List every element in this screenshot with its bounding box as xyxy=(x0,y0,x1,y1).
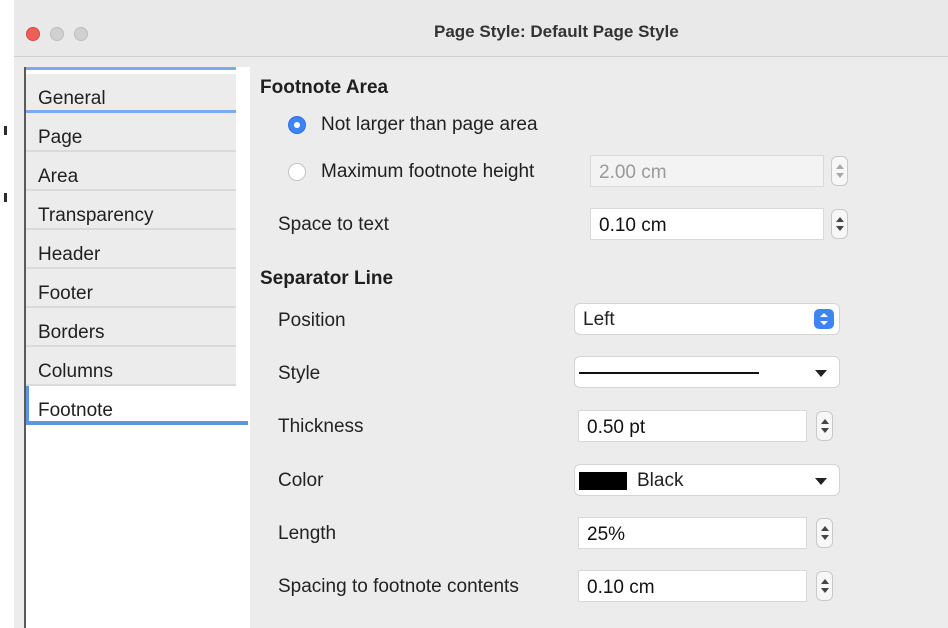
tab-footer-label: Footer xyxy=(38,283,93,304)
tab-header-label: Header xyxy=(38,244,101,265)
color-swatch xyxy=(579,472,627,490)
length-stepper[interactable] xyxy=(816,518,833,548)
spacing-stepper[interactable] xyxy=(816,571,833,601)
window-titlebar: Page Style: Default Page Style xyxy=(14,0,948,57)
tab-area-label: Area xyxy=(38,166,79,187)
tab-list: General Page Area Transparency Header Fo… xyxy=(26,74,248,425)
tab-footer[interactable]: Footer xyxy=(26,269,236,308)
position-value: Left xyxy=(583,309,615,330)
spacing-field[interactable]: 0.10 cm xyxy=(578,570,807,602)
tab-page[interactable]: Page xyxy=(26,113,236,152)
document-edge-mark xyxy=(4,126,7,135)
separator-line-heading: Separator Line xyxy=(260,268,394,289)
footnote-area-heading: Footnote Area xyxy=(260,77,389,98)
style-label: Style xyxy=(278,363,321,384)
sidebar-top-line xyxy=(26,67,236,70)
spacing-label: Spacing to footnote contents xyxy=(278,576,519,597)
document-edge-strip xyxy=(0,0,14,628)
max-height-label: Maximum footnote height xyxy=(321,161,535,182)
style-select[interactable] xyxy=(574,356,840,388)
dropdown-arrow-icon xyxy=(815,478,827,485)
document-edge-mark xyxy=(4,193,7,202)
position-select[interactable]: Left xyxy=(574,303,840,335)
length-label: Length xyxy=(278,523,337,544)
tab-footnote[interactable]: Footnote xyxy=(26,386,248,425)
tab-footnote-label: Footnote xyxy=(38,400,113,421)
tab-columns-label: Columns xyxy=(38,361,113,382)
length-field[interactable]: 25% xyxy=(578,517,807,549)
color-value: Black xyxy=(637,470,684,491)
dialog-content: General Page Area Transparency Header Fo… xyxy=(14,57,948,628)
not-larger-radio[interactable] xyxy=(288,116,306,134)
thickness-stepper[interactable] xyxy=(816,411,833,441)
tab-general-label: General xyxy=(38,88,106,109)
tab-general[interactable]: General xyxy=(26,74,236,113)
category-sidebar: General Page Area Transparency Header Fo… xyxy=(24,67,250,628)
tab-page-label: Page xyxy=(38,127,83,148)
tab-borders[interactable]: Borders xyxy=(26,308,236,347)
max-height-radio[interactable] xyxy=(288,163,306,181)
tab-borders-label: Borders xyxy=(38,322,105,343)
tab-transparency[interactable]: Transparency xyxy=(26,191,236,230)
max-height-stepper[interactable] xyxy=(831,156,848,186)
select-arrows-icon xyxy=(814,309,834,329)
not-larger-label: Not larger than page area xyxy=(321,114,538,135)
space-to-text-field[interactable]: 0.10 cm xyxy=(590,208,824,240)
color-label: Color xyxy=(278,470,324,491)
max-height-field[interactable]: 2.00 cm xyxy=(590,155,824,187)
tab-columns[interactable]: Columns xyxy=(26,347,236,386)
space-to-text-label: Space to text xyxy=(278,214,389,235)
thickness-label: Thickness xyxy=(278,416,364,437)
space-to-text-stepper[interactable] xyxy=(831,209,848,239)
tab-transparency-label: Transparency xyxy=(38,205,154,226)
window-title: Page Style: Default Page Style xyxy=(434,22,679,41)
color-select[interactable]: Black xyxy=(574,464,840,496)
position-label: Position xyxy=(278,310,346,331)
tab-header[interactable]: Header xyxy=(26,230,236,269)
line-style-sample xyxy=(579,372,759,374)
thickness-field[interactable]: 0.50 pt xyxy=(578,410,807,442)
tab-area[interactable]: Area xyxy=(26,152,236,191)
dropdown-arrow-icon xyxy=(815,370,827,377)
